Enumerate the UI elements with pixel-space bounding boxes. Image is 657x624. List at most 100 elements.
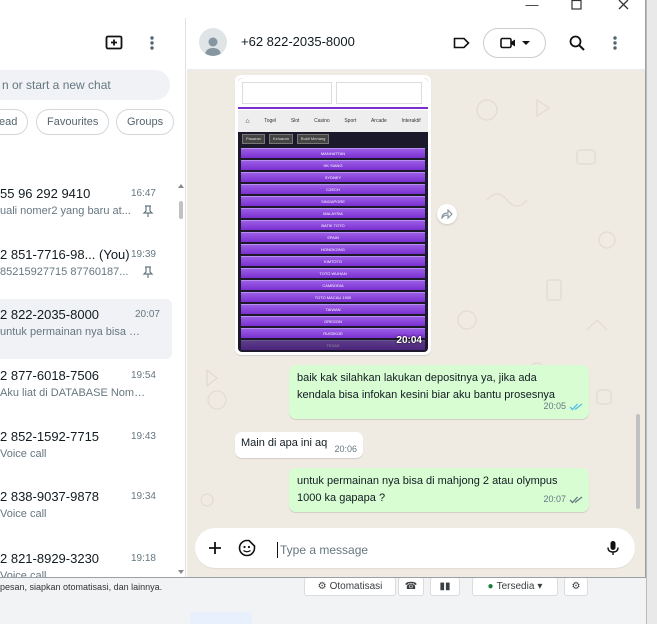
screenshot-market-row: OREGON (241, 316, 425, 326)
background-tab-active[interactable] (190, 612, 252, 624)
chat-list-item[interactable]: 2 877-6018-7506 19:54 Aku liat di DATABA… (0, 360, 185, 420)
maximize-icon (570, 0, 582, 10)
conversation-header: +62 822-2035-8000 (187, 18, 645, 70)
screenshot-market-row: MANHATTAN (241, 148, 425, 158)
chat-list-header (0, 18, 185, 68)
filter-chip-favourites[interactable]: Favourites (36, 109, 110, 135)
message-composer (187, 518, 645, 577)
chat-list-item[interactable]: 2 852-1592-7715 19:43 Voice call (0, 421, 185, 481)
composer-box (195, 528, 635, 568)
chat-time: 19:43 (130, 431, 156, 442)
chat-list-item[interactable]: 2 821-8929-3230 19:18 Voice call (0, 543, 185, 578)
screenshot-button: Bukti Menang (296, 134, 330, 144)
menu-button[interactable] (140, 31, 164, 55)
screenshot-market-row: TAIWAN (241, 304, 425, 314)
home-icon: ⌂ (245, 117, 250, 125)
screenshot-market-row: MALAYSIA (241, 208, 425, 218)
screenshot-button-row: Pasaran Keluaran Bukti Menang (238, 134, 428, 146)
status-label: Tersedia (496, 581, 535, 592)
screenshot-market-row: SYDNEY (241, 172, 425, 182)
label-icon (453, 37, 470, 49)
outgoing-message[interactable]: untuk permainan nya bisa di mahjong 2 at… (289, 468, 589, 512)
message-scrollbar[interactable] (636, 414, 640, 509)
double-check-icon (569, 495, 583, 503)
chat-preview: Voice call (0, 448, 47, 460)
chat-name: 2 822-2035-8000 (0, 307, 100, 322)
emoji-sticker-button[interactable] (235, 536, 259, 560)
chat-name: 2 838-9037-9878 (0, 489, 100, 504)
conversation-menu-button[interactable] (603, 31, 627, 55)
forward-icon (441, 209, 453, 219)
chat-list-scrollbar[interactable] (178, 183, 184, 577)
automation-button[interactable]: ⚙ Otomatisasi (304, 577, 396, 596)
filter-chip-label: Groups (127, 116, 164, 128)
voice-message-button[interactable] (601, 536, 625, 560)
chat-time: 19:54 (130, 370, 156, 381)
screenshot-nav-tab: Casino (314, 118, 330, 124)
filter-chip-unread[interactable]: ead (0, 109, 29, 135)
chat-time: 19:34 (130, 491, 156, 502)
phone-icon: ☎ (404, 581, 418, 592)
chat-list-item-active[interactable]: 2 822-2035-8000 20:07 untuk permainan ny… (0, 299, 172, 359)
forward-button[interactable] (437, 204, 457, 224)
chat-preview: uali nomer2 yang baru at... (0, 205, 131, 217)
message-input[interactable] (277, 542, 597, 558)
scroll-up-icon (178, 184, 184, 188)
screenshot-market-row: KIMTOTO (241, 256, 425, 266)
close-button[interactable] (603, 0, 643, 12)
chevron-down-icon (521, 40, 530, 45)
whatsapp-icon-button[interactable]: ☎ (398, 577, 424, 596)
chat-preview: Voice call (0, 508, 47, 520)
chat-name: 2 852-1592-7715 (0, 429, 100, 444)
new-chat-button[interactable] (102, 31, 126, 55)
contact-avatar[interactable] (199, 28, 227, 56)
search-icon (569, 35, 585, 51)
chat-name: 55 96 292 9410 (0, 186, 91, 201)
contact-name[interactable]: +62 822-2035-8000 (241, 34, 355, 49)
incoming-message[interactable]: Main di apa ini aq 20:06 (235, 432, 363, 458)
chat-time: 19:18 (130, 553, 156, 564)
background-description: pesan, siapkan otomatisasi, dan lainnya. (0, 582, 163, 592)
filter-chip-label: Favourites (47, 116, 99, 128)
more-vertical-icon (613, 36, 617, 50)
screenshot-market-row: TOTO MACAU 1900 (241, 292, 425, 302)
whatsapp-window: — n or start a new chat ead Favourites G… (0, 0, 646, 578)
screenshot-market-row: CAMBODIA (241, 280, 425, 290)
conversation-panel: +62 822-2035-8000 ⌂ Togel Slot Casino Sp… (187, 18, 645, 577)
screenshot-market-row: SPAIN (241, 232, 425, 242)
search-input[interactable]: n or start a new chat (0, 70, 170, 100)
outgoing-message[interactable]: baik kak silahkan lakukan depositnya ya,… (289, 365, 589, 419)
status-dot-icon: ● (487, 581, 494, 592)
message-time: 20:07 (543, 494, 566, 504)
attach-button[interactable] (203, 536, 227, 560)
shared-screenshot-image[interactable]: ⌂ Togel Slot Casino Sport Arcade Interak… (238, 78, 428, 352)
chart-button[interactable]: ▮▮ (430, 577, 460, 596)
chat-preview: Voice call (0, 570, 47, 578)
screenshot-market-row: BATIK TOTO (241, 220, 425, 230)
scrollbar-thumb[interactable] (179, 201, 183, 219)
chat-list-item[interactable]: 2 851-7716-98... (You) 19:39 85215927715… (0, 239, 185, 299)
microphone-icon (607, 541, 619, 555)
message-time: 20:04 (396, 335, 422, 346)
chat-list-item[interactable]: 55 96 292 9410 16:47 uali nomer2 yang ba… (0, 178, 185, 238)
chat-list-panel: n or start a new chat ead Favourites Gro… (0, 18, 186, 578)
chat-list-item[interactable]: 2 838-9037-9878 19:34 Voice call (0, 481, 185, 541)
label-button[interactable] (449, 31, 473, 55)
search-messages-button[interactable] (565, 31, 589, 55)
status-dropdown[interactable]: ● Tersedia ▾ (472, 577, 558, 596)
video-call-button[interactable] (483, 28, 546, 58)
maximize-button[interactable] (556, 0, 596, 12)
person-icon (205, 37, 221, 56)
message-time: 20:06 (334, 444, 357, 454)
pin-icon (142, 266, 154, 278)
settings-button[interactable]: ⚙ (564, 577, 588, 596)
message-area: ⌂ Togel Slot Casino Sport Arcade Interak… (187, 70, 645, 518)
image-message[interactable]: ⌂ Togel Slot Casino Sport Arcade Interak… (235, 75, 431, 355)
more-vertical-icon (150, 36, 154, 50)
chat-time: 20:07 (134, 309, 160, 320)
minimize-button[interactable]: — (512, 0, 552, 12)
filter-chip-groups[interactable]: Groups (116, 109, 175, 135)
message-text: baik kak silahkan lakukan depositnya ya,… (297, 372, 537, 384)
chat-preview: untuk permainan nya bisa di ... (0, 326, 145, 338)
chat-name: 2 877-6018-7506 (0, 368, 100, 383)
